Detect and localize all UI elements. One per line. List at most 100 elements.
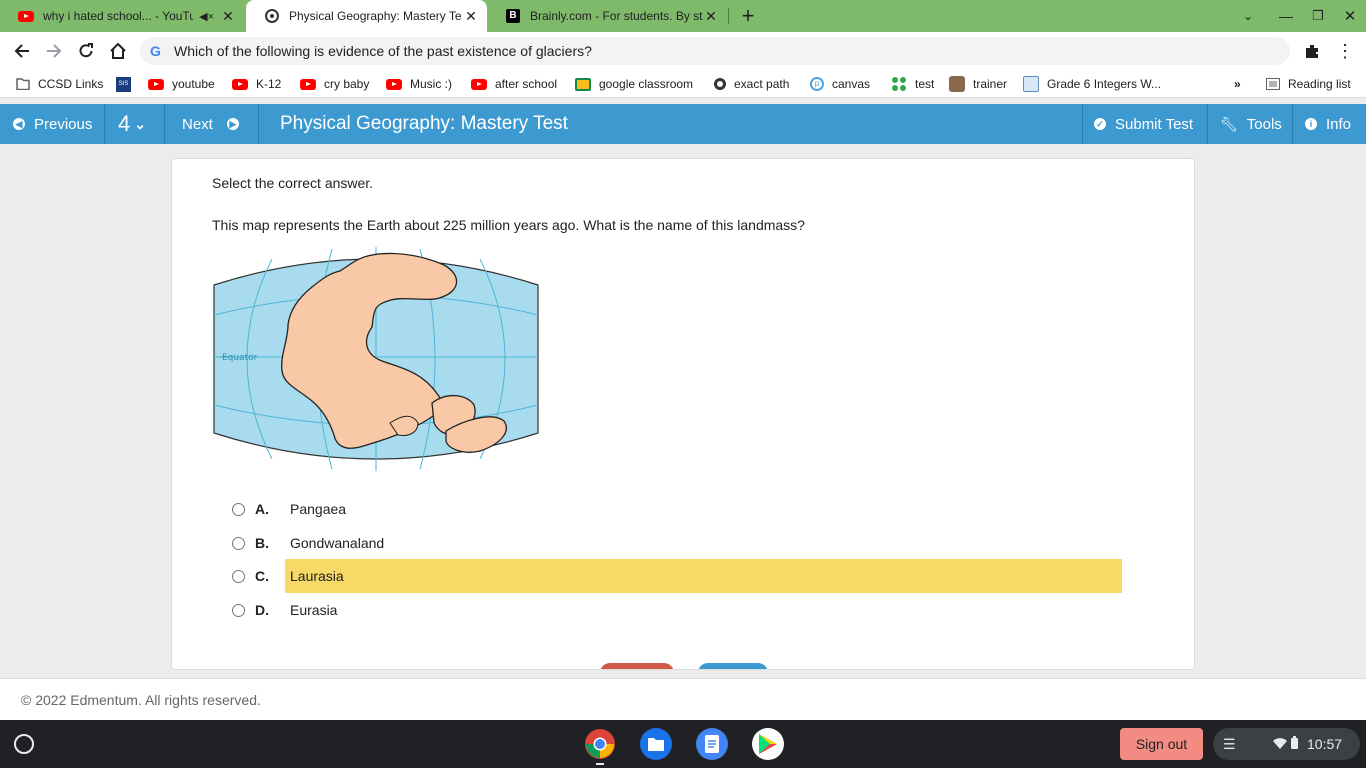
bookmark-cry-baby[interactable]: cry baby [300,70,369,98]
next-question-button[interactable] [698,663,768,669]
reading-list-button[interactable]: Reading list [1266,70,1351,98]
test-icon [891,76,907,92]
reload-icon[interactable] [74,39,98,63]
os-shelf: Sign out ☰ 10:57 [0,720,1366,768]
close-tab-icon[interactable]: ✕ [703,8,719,25]
tools-button[interactable]: 🔧︎ Tools [1220,104,1282,144]
answer-option-b[interactable]: B. Gondwanaland [232,526,384,560]
bookmark-exact-path[interactable]: exact path [714,70,789,98]
bookmark-k12[interactable]: K-12 [232,70,281,98]
option-text: Eurasia [290,602,338,618]
divider [104,104,105,144]
tab-title: why i hated school... - YouTu [43,9,194,23]
submit-test-button[interactable]: ✓ Submit Test [1094,104,1193,144]
bookmark-ccsd-links[interactable]: CCSD Links [16,70,103,98]
question-number-dropdown[interactable]: 4 ⌄ [118,104,146,144]
bookmark-label: test [915,77,935,91]
classroom-icon [575,77,591,91]
trainer-icon [949,76,965,92]
tab-search-icon[interactable]: ⌄ [1236,4,1260,28]
question-card: Select the correct answer. This map repr… [171,158,1195,670]
menu-kebab-icon[interactable]: ⋮ [1333,39,1357,63]
exact-path-icon [714,78,726,90]
bookmark-label: exact path [734,77,790,91]
divider [1207,104,1208,144]
question-text: This map represents the Earth about 225 … [212,217,805,233]
bookmark-grade6-integers[interactable]: Grade 6 Integers W... [1023,70,1161,98]
option-letter: D. [255,602,269,618]
close-tab-icon[interactable]: ✕ [220,8,236,25]
close-tab-icon[interactable]: ✕ [463,8,479,25]
wrench-icon: 🔧︎ [1220,115,1238,132]
launcher-icon[interactable] [14,734,34,754]
option-letter: C. [255,568,269,584]
answer-option-d[interactable]: D. Eurasia [232,593,337,627]
option-text: Laurasia [285,559,1122,593]
radio-button[interactable] [232,603,245,617]
youtube-icon [471,78,487,90]
info-button[interactable]: i Info [1305,104,1351,144]
back-icon[interactable] [10,39,34,63]
bookmark-youtube[interactable]: youtube [148,70,215,98]
worksheet-icon [1023,76,1039,92]
sign-out-button[interactable]: Sign out [1120,728,1203,760]
tab-youtube[interactable]: why i hated school... - YouTu ◀× ✕ [0,0,244,32]
bookmarks-overflow-icon[interactable]: » [1234,70,1241,98]
divider [258,104,259,144]
radio-button[interactable] [232,569,245,583]
new-tab-icon[interactable]: + [736,3,760,28]
extensions-icon[interactable] [1300,39,1324,63]
reset-button[interactable] [600,663,674,669]
option-text: Pangaea [290,501,347,517]
play-store-icon[interactable] [752,728,784,760]
bookmark-label: K-12 [256,77,282,91]
divider [164,104,165,144]
option-text: Gondwanaland [290,535,385,551]
answer-option-c[interactable]: C. Laurasia [232,559,1122,593]
radio-button[interactable] [232,536,245,550]
address-bar-text: Which of the following is evidence of th… [174,43,592,59]
bookmark-trainer[interactable]: trainer [949,70,1007,98]
bookmark-after-school[interactable]: after school [471,70,557,98]
tab-separator [728,8,729,24]
bookmark-label: youtube [172,77,215,91]
youtube-icon [232,78,248,90]
close-window-icon[interactable]: ✕ [1338,4,1362,28]
minimize-icon[interactable]: — [1274,4,1298,28]
tab-brainly[interactable]: B Brainly.com - For students. By st ✕ [487,0,727,32]
bookmark-test[interactable]: test [891,70,934,98]
forward-icon[interactable] [42,39,66,63]
copyright-text: © 2022 Edmentum. All rights reserved. [21,692,261,708]
tab-edmentum[interactable]: Physical Geography: Mastery Te ✕ [246,0,487,32]
bookmark-music[interactable]: Music :) [386,70,452,98]
clock-time: 10:57 [1307,736,1343,752]
bookmark-label: Grade 6 Integers W... [1047,77,1162,91]
files-icon[interactable] [640,728,672,760]
restore-icon[interactable]: ❐ [1306,4,1330,28]
bookmark-canvas[interactable]: p canvas [810,70,870,98]
home-icon[interactable] [106,39,130,63]
option-letter: B. [255,535,269,551]
submit-label: Submit Test [1115,115,1194,133]
answer-option-a[interactable]: A. Pangaea [232,492,346,526]
chrome-icon[interactable] [584,728,616,760]
bookmark-sis[interactable]: SIS [116,70,131,98]
speaker-muted-icon[interactable]: ◀× [199,10,214,23]
google-g-icon: G [150,43,161,59]
divider [1082,104,1083,144]
bookmark-label: google classroom [599,77,694,91]
radio-button[interactable] [232,502,245,516]
arrow-right-circle-icon: ▶ [226,118,239,130]
option-letter: A. [255,501,269,517]
previous-button[interactable]: ◀ Previous [13,104,92,144]
docs-icon[interactable] [696,728,728,760]
previous-label: Previous [34,115,93,133]
status-tray[interactable]: ☰ 10:57 [1213,728,1360,760]
bookmarks-bar: CCSD Links SIS youtube K-12 cry baby Mus… [0,70,1366,98]
bookmark-google-classroom[interactable]: google classroom [575,70,693,98]
tab-title: Physical Geography: Mastery Te [289,9,462,23]
canvas-icon: p [810,77,824,91]
question-number: 4 [118,111,131,136]
next-button[interactable]: Next ▶ [182,104,248,144]
address-bar[interactable]: G Which of the following is evidence of … [140,37,1290,65]
